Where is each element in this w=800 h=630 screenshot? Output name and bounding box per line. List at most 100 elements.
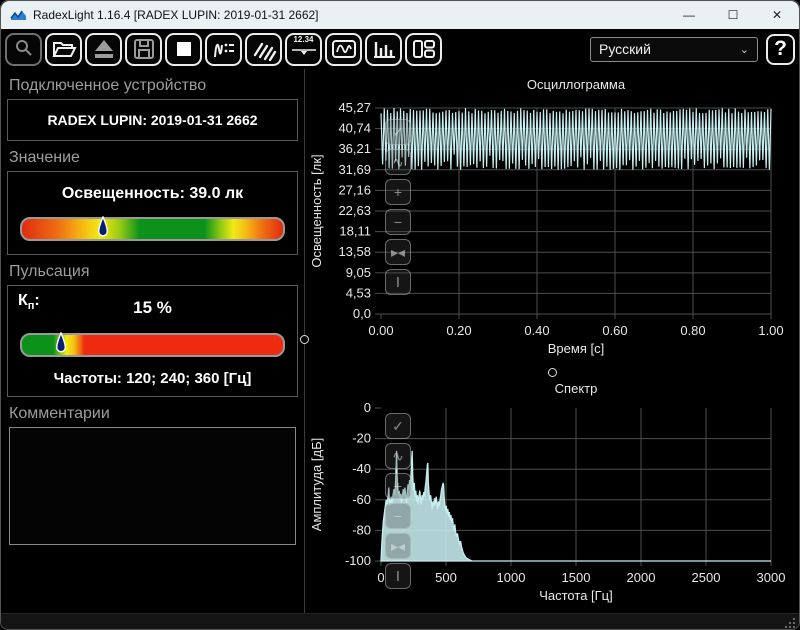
title-bar: RadexLight 1.16.4 [RADEX LUPIN: 2019-01-… bbox=[1, 1, 799, 29]
status-bar bbox=[1, 613, 799, 629]
svg-text:45,27: 45,27 bbox=[338, 100, 371, 115]
fit-horizontal-button[interactable]: ▸◂ bbox=[385, 239, 411, 265]
stop-square-icon bbox=[176, 42, 191, 56]
pulsation-rays-button[interactable] bbox=[245, 32, 282, 66]
svg-text:1500: 1500 bbox=[562, 570, 591, 585]
magnifier-icon bbox=[15, 40, 32, 56]
oscillogram-canvas[interactable]: 0,0 4,53 9,05 13,58 18,11 22,63 27,16 31,69 36,2… bbox=[305, 69, 800, 373]
digital-display-button[interactable]: 12.34 bbox=[285, 32, 322, 66]
device-section-header: Подключенное устройство bbox=[9, 77, 207, 94]
maximize-button[interactable]: ☐ bbox=[711, 1, 755, 29]
panel-splitter-handle[interactable] bbox=[300, 335, 309, 344]
svg-text:9,05: 9,05 bbox=[346, 265, 371, 280]
svg-text:Осциллограмма: Осциллограмма bbox=[527, 77, 626, 92]
comments-input[interactable] bbox=[9, 427, 296, 545]
svg-text:4,53: 4,53 bbox=[346, 285, 371, 300]
close-button[interactable]: ✕ bbox=[755, 1, 799, 29]
select-tool-button[interactable]: ✓ bbox=[385, 119, 411, 145]
zoom-tool-button[interactable] bbox=[5, 32, 42, 66]
open-folder-icon bbox=[51, 42, 77, 57]
waveform-markers-button[interactable] bbox=[205, 32, 242, 66]
zoom-in-button[interactable]: + bbox=[385, 179, 411, 205]
app-logo-icon bbox=[10, 10, 26, 20]
svg-text:2000: 2000 bbox=[627, 570, 656, 585]
svg-text:-40: -40 bbox=[352, 461, 371, 476]
fit-vertical-button[interactable]: Ⅰ bbox=[385, 269, 411, 295]
language-value: Русский bbox=[599, 41, 651, 57]
svg-text:3000: 3000 bbox=[757, 570, 786, 585]
comments-section-header: Комментарии bbox=[9, 405, 110, 422]
svg-text:0.40: 0.40 bbox=[524, 323, 549, 338]
illuminance-reading: Освещенность: 39.0 лк bbox=[61, 185, 244, 202]
select-tool-button[interactable]: ✓ bbox=[385, 413, 411, 439]
oscillogram-icon bbox=[331, 40, 356, 58]
spectrum-bars-icon bbox=[373, 42, 395, 58]
fit-horizontal-button[interactable]: ▸◂ bbox=[385, 533, 411, 559]
pulsation-frequencies: Частоты: 120; 240; 360 [Гц] bbox=[53, 370, 252, 387]
value-section-header: Значение bbox=[9, 149, 80, 166]
svg-text:-20: -20 bbox=[352, 431, 371, 446]
smooth-tool-button[interactable]: ∿ bbox=[385, 443, 411, 469]
svg-text:31,69: 31,69 bbox=[338, 162, 371, 177]
svg-text:0,0: 0,0 bbox=[353, 306, 371, 321]
svg-text:Освещенность [лк]: Освещенность [лк] bbox=[309, 154, 324, 267]
minimize-button[interactable]: — bbox=[667, 1, 711, 29]
svg-text:Частота [Гц]: Частота [Гц] bbox=[539, 588, 613, 603]
spectrum-view-button[interactable] bbox=[365, 32, 402, 66]
zoom-in-button[interactable]: + bbox=[385, 473, 411, 499]
kp-label: Кп: bbox=[18, 292, 40, 313]
layout-view-button[interactable] bbox=[405, 32, 442, 66]
spectrum-canvas[interactable]: 0 -20 -40 -60 -80 -100 0 500 1000 1500 2000 2500 300… bbox=[305, 373, 800, 613]
pulsation-section-header: Пульсация bbox=[9, 263, 90, 280]
oscillogram-chart[interactable]: 0,0 4,53 9,05 13,58 18,11 22,63 27,16 31,69 36,2… bbox=[305, 69, 799, 373]
language-select[interactable]: Русский ⌄ bbox=[590, 36, 758, 62]
device-box: RADEX LUPIN: 2019-01-31 2662 bbox=[7, 99, 298, 141]
kp-value: 15 % bbox=[133, 298, 172, 317]
svg-text:0.20: 0.20 bbox=[446, 323, 471, 338]
rays-icon bbox=[253, 42, 276, 61]
svg-text:0: 0 bbox=[377, 570, 384, 585]
illuminance-scale bbox=[20, 215, 285, 241]
app-window: RadexLight 1.16.4 [RADEX LUPIN: 2019-01-… bbox=[0, 0, 800, 630]
chart-splitter-handle[interactable] bbox=[548, 368, 557, 377]
charts-area: 0,0 4,53 9,05 13,58 18,11 22,63 27,16 31,69 36,2… bbox=[305, 69, 799, 613]
save-file-button[interactable] bbox=[125, 32, 162, 66]
illuminance-marker bbox=[96, 215, 109, 240]
eject-device-button[interactable] bbox=[85, 32, 122, 66]
pulsation-scale bbox=[20, 331, 285, 357]
zoom-out-button[interactable]: − bbox=[385, 209, 411, 235]
svg-text:1000: 1000 bbox=[497, 570, 526, 585]
help-button[interactable]: ? bbox=[766, 33, 795, 65]
svg-text:Время [с]: Время [с] bbox=[548, 341, 604, 356]
toolbar: 12.34 Русский ⌄ ? bbox=[1, 29, 799, 69]
svg-text:-60: -60 bbox=[352, 492, 371, 507]
spectrum-chart[interactable]: 0 -20 -40 -60 -80 -100 0 500 1000 1500 2000 2500 300… bbox=[305, 373, 799, 613]
measurement-panel: Подключенное устройство RADEX LUPIN: 201… bbox=[1, 69, 309, 613]
svg-text:1.00: 1.00 bbox=[758, 323, 783, 338]
svg-text:13,58: 13,58 bbox=[338, 244, 371, 259]
svg-text:Спектр: Спектр bbox=[555, 381, 598, 396]
digital-scale-icon bbox=[291, 49, 316, 55]
zoom-out-button[interactable]: − bbox=[385, 503, 411, 529]
resize-grip[interactable] bbox=[785, 618, 795, 628]
svg-text:500: 500 bbox=[435, 570, 457, 585]
fit-vertical-button[interactable]: Ⅰ bbox=[385, 563, 411, 589]
svg-text:2500: 2500 bbox=[692, 570, 721, 585]
layout-panels-icon bbox=[412, 40, 435, 58]
smooth-tool-button[interactable]: ∿ bbox=[385, 149, 411, 175]
chevron-down-icon: ⌄ bbox=[739, 43, 749, 56]
svg-text:0.80: 0.80 bbox=[680, 323, 705, 338]
open-file-button[interactable] bbox=[45, 32, 82, 66]
svg-text:0.60: 0.60 bbox=[602, 323, 627, 338]
window-title: RadexLight 1.16.4 [RADEX LUPIN: 2019-01-… bbox=[33, 8, 319, 22]
stop-measurement-button[interactable] bbox=[165, 32, 202, 66]
svg-text:27,16: 27,16 bbox=[338, 182, 371, 197]
oscillogram-view-button[interactable] bbox=[325, 32, 362, 66]
value-box: Освещенность: 39.0 лк bbox=[7, 171, 298, 255]
pulsation-marker bbox=[55, 331, 68, 356]
waveform-list-icon bbox=[213, 43, 234, 58]
svg-text:-100: -100 bbox=[345, 553, 371, 568]
svg-text:Амплитуда [дБ]: Амплитуда [дБ] bbox=[309, 438, 324, 531]
svg-text:0: 0 bbox=[364, 400, 371, 415]
device-name: RADEX LUPIN: 2019-01-31 2662 bbox=[47, 112, 258, 128]
